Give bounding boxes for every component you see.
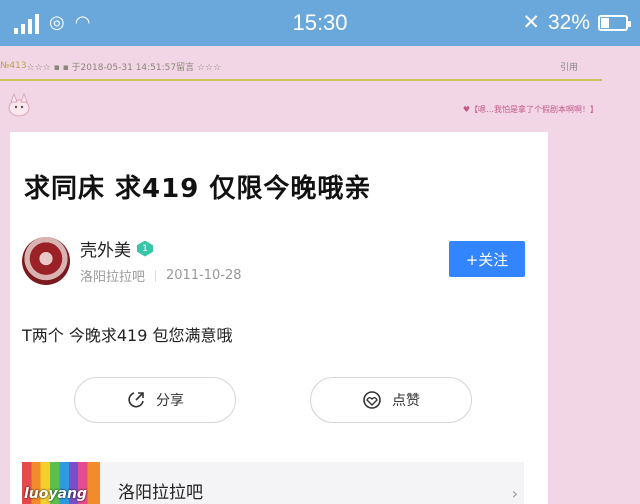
share-button[interactable]: 分享	[74, 377, 236, 423]
separator	[155, 269, 157, 282]
forum-bar-name: 洛阳拉拉吧	[118, 483, 203, 503]
status-bar: ◎ ◠ 15:30 ✕ 32%	[0, 0, 640, 46]
forum-link[interactable]: 洛阳拉拉吧	[80, 266, 145, 285]
post-body: T两个 今晚求419 包您满意哦	[22, 326, 233, 345]
battery-icon	[598, 14, 631, 31]
forum-meta-line: №413 ☆☆☆ ▪ ▪ 于2018-05-31 14:51:57留言 ☆☆☆ …	[0, 58, 608, 74]
chevron-right-icon: ›	[511, 484, 518, 503]
follow-button[interactable]: +关注	[449, 241, 525, 277]
level-badge-icon: 1	[137, 240, 153, 257]
status-right: ✕ 32%	[522, 10, 631, 35]
forum-signature: ♥【嗯…我怕是拿了个假剧本啊啊！】	[462, 105, 598, 114]
author-row: 壳外美 1	[80, 236, 153, 261]
comment-meta: ☆☆☆ ▪ ▪ 于2018-05-31 14:51:57留言 ☆☆☆	[26, 62, 222, 73]
battery-percent: 32%	[547, 10, 590, 34]
comment-index: №413	[0, 61, 27, 71]
like-label: 点赞	[392, 393, 420, 409]
share-label: 分享	[156, 393, 184, 409]
author-name[interactable]: 壳外美	[80, 236, 131, 261]
forum-logo: luoyang	[22, 462, 100, 504]
divider	[0, 79, 602, 81]
mute-icon: ✕	[522, 11, 540, 34]
forum-bar[interactable]: luoyang 洛阳拉拉吧 ›	[22, 462, 524, 504]
post-title: 求同床 求419 仅限今晚哦亲	[24, 174, 372, 204]
post-date: 2011-10-28	[166, 268, 242, 283]
like-button[interactable]: 点赞	[310, 377, 472, 423]
like-icon	[363, 391, 381, 409]
mascot-icon	[8, 92, 30, 117]
post-card: 求同床 求419 仅限今晚哦亲 壳外美 1 洛阳拉拉吧 2011-10-28 +…	[10, 132, 548, 504]
avatar[interactable]	[22, 237, 70, 285]
share-icon	[128, 392, 144, 408]
quote-link[interactable]: 引用	[560, 60, 578, 73]
forum-logo-text: luoyang	[24, 486, 87, 502]
post-subline: 洛阳拉拉吧 2011-10-28	[80, 266, 242, 285]
